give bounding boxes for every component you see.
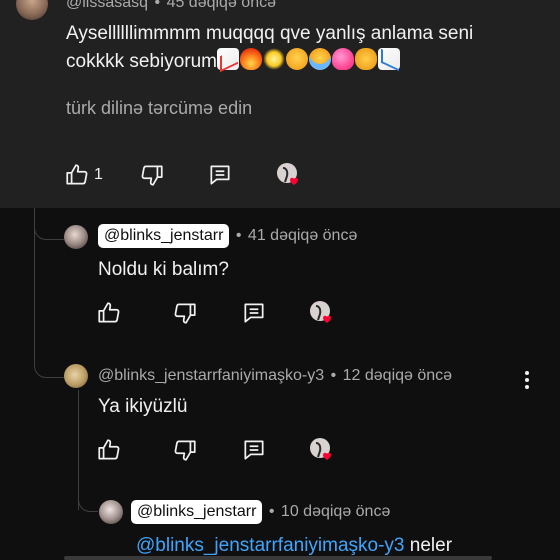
comment-text: Ya ikiyüzlü [98,396,188,417]
avatar[interactable] [64,364,88,388]
comment-time: 45 dəqiqə öncə [166,0,276,11]
fire-emoji [240,48,262,70]
separator-dot: • [268,503,275,520]
reply-icon[interactable] [207,162,233,188]
comment-actions: 1 [64,160,103,190]
separator-dot: • [154,0,161,11]
face-with-steam-emoji [286,48,308,70]
comment-author-chip[interactable]: @blinks_jenstarr [98,224,230,248]
scroll-indicator [64,556,492,560]
comment-author[interactable]: @blinks_jenstarrfaniyimaşko-y3 [98,367,324,384]
thread-connector [78,476,98,512]
chart-increasing-emoji [217,48,239,70]
creator-heart-icon [309,437,335,463]
thread-connector [34,208,64,240]
glowing-star-emoji [263,48,285,70]
chart-decreasing-emoji [378,48,400,70]
comment-meta: @blinks_jenstarrfaniyimaşko-y3 • 12 dəqi… [98,367,452,385]
comment-time: 12 dəqiqə öncə [342,367,453,384]
separator-dot: • [330,367,337,384]
dislike-icon[interactable] [172,300,198,326]
comment-text: Aysellllllimmmm muqqqq qve yanlış anlama… [66,20,536,76]
comment-meta: @blinks_jenstarr • 10 dəqiqə öncə [131,500,390,524]
like-icon[interactable] [64,162,90,188]
like-icon[interactable] [96,300,122,326]
loudly-crying-face-emoji [309,48,331,70]
dislike-icon[interactable] [172,437,198,463]
comment-time: 10 dəqiqə öncə [280,503,391,520]
avatar[interactable] [64,225,88,249]
reply-icon[interactable] [241,437,267,463]
comment-text: Noldu ki balım? [98,259,229,280]
dislike-icon[interactable] [139,162,165,188]
comment-author-chip[interactable]: @blinks_jenstarr [131,500,263,524]
comment-time: 41 dəqiqə öncə [247,227,358,244]
mention-link[interactable]: @blinks_jenstarrfaniyimaşko-y3 [136,535,405,556]
creator-heart-icon [276,162,302,188]
translate-link[interactable]: türk dilinə tərcümə edin [66,98,252,119]
heart-eyes-cat-emoji [355,48,377,70]
like-icon[interactable] [96,437,122,463]
avatar[interactable] [99,500,123,524]
reply-icon[interactable] [241,300,267,326]
like-count: 1 [94,166,103,183]
comment-meta: @lissasasq • 45 dəqiqə öncə [66,0,276,12]
creator-heart-icon [309,300,335,326]
more-options-icon[interactable] [520,369,534,391]
separator-dot: • [235,227,242,244]
comment-meta: @blinks_jenstarr • 41 dəqiqə öncə [98,224,357,248]
comment-author[interactable]: @lissasasq [66,0,148,11]
thread-connector [34,340,64,378]
heart-with-ribbon-emoji [332,48,354,70]
comment-body: neler [404,535,453,556]
